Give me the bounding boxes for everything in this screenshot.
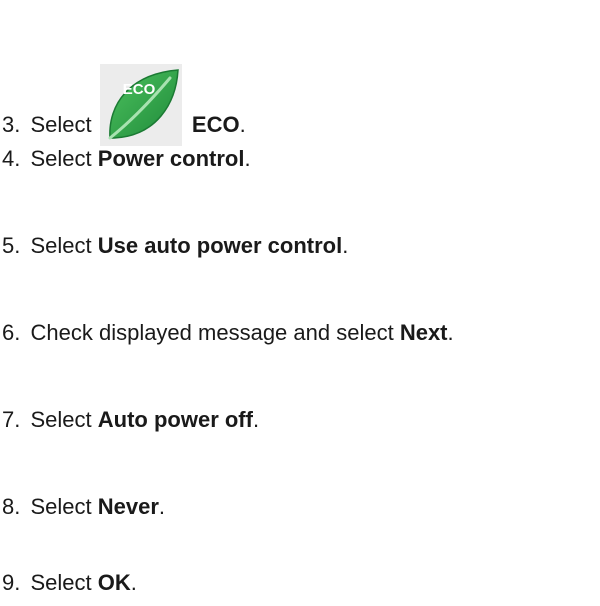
step-text: Select — [30, 570, 92, 595]
step-3: 3. Select ECO ECO. — [2, 64, 246, 146]
eco-leaf-icon: ECO — [99, 64, 182, 146]
step-8: 8. Select Never. — [2, 494, 166, 519]
step-text: Select — [30, 233, 92, 258]
step-9: 9. Select OK. — [2, 570, 137, 595]
step-number: 9. — [2, 570, 21, 595]
step-text: Select — [30, 112, 92, 137]
step-6: 6. Check displayed message and select Ne… — [2, 320, 454, 345]
step-text: Select — [30, 494, 92, 519]
step-target: Next — [399, 320, 448, 345]
step-target: Use auto power control — [97, 233, 343, 258]
step-text: Check displayed message and select — [30, 320, 394, 345]
step-target: Power control — [97, 146, 245, 171]
step-number: 8. — [2, 494, 21, 519]
step-target: OK — [97, 570, 131, 595]
step-target: Never — [97, 494, 159, 519]
step-target: ECO — [191, 112, 240, 137]
step-number: 3. — [2, 112, 21, 137]
step-text: Select — [30, 407, 92, 432]
step-text: Select — [30, 146, 92, 171]
step-4: 4. Select Power control. — [2, 146, 251, 171]
step-number: 7. — [2, 407, 21, 432]
svg-text:ECO: ECO — [123, 81, 156, 98]
step-7: 7. Select Auto power off. — [2, 407, 260, 432]
step-number: 6. — [2, 320, 21, 345]
step-number: 4. — [2, 146, 21, 171]
step-5: 5. Select Use auto power control. — [2, 233, 349, 258]
step-number: 5. — [2, 233, 21, 258]
instruction-steps: 3. Select ECO ECO. 4. Select Power contr… — [0, 0, 600, 606]
step-target: Auto power off — [97, 407, 253, 432]
